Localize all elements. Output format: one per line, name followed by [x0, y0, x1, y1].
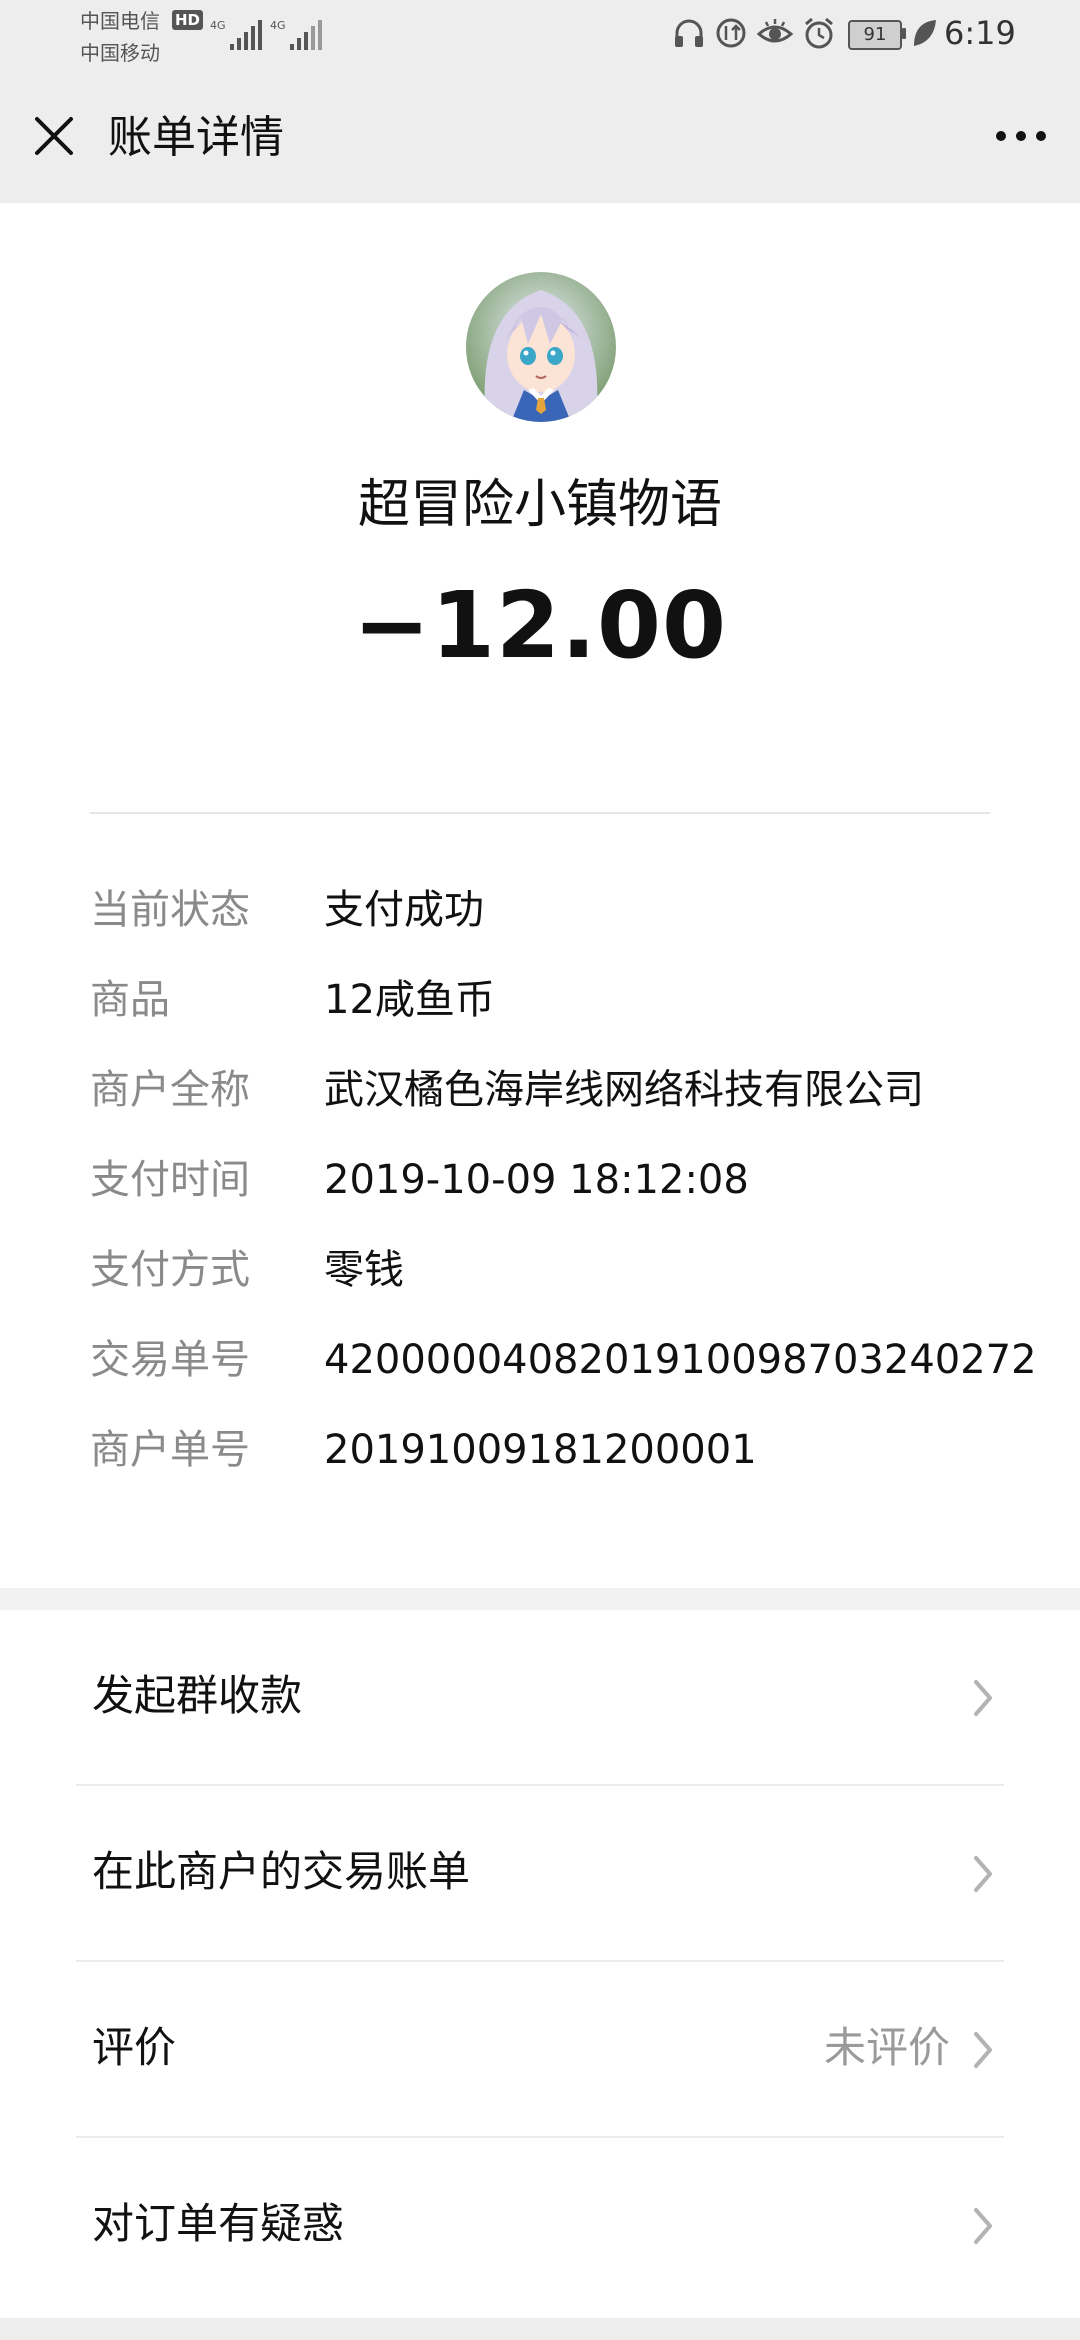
page-title: 账单详情	[108, 112, 284, 163]
menu-item-label: 发起群收款	[92, 1671, 303, 1720]
merchant-avatar	[466, 272, 616, 422]
signal-icon: 4G	[210, 19, 262, 50]
detail-value: 12咸鱼币	[324, 977, 495, 1023]
data-saver-icon	[716, 18, 746, 48]
hd-badge: HD	[172, 10, 204, 30]
detail-label: 商品	[90, 977, 170, 1023]
detail-value: 武汉橘色海岸线网络科技有限公司	[324, 1067, 924, 1113]
detail-row-merchant-full-name: 商户全称 武汉橘色海岸线网络科技有限公司	[90, 1060, 1050, 1150]
battery-icon: 91	[848, 20, 902, 50]
detail-value: 零钱	[324, 1247, 404, 1293]
merchant-name: 超冒险小镇物语	[357, 475, 722, 535]
detail-value: 4200000408201910098703240272	[324, 1337, 1037, 1383]
leaf-icon	[914, 20, 936, 46]
menu-item-group-collect[interactable]: 发起群收款	[0, 1610, 1080, 1786]
battery-tip	[902, 28, 906, 39]
detail-value: 支付成功	[324, 887, 484, 933]
action-menu: 发起群收款 在此商户的交易账单 评价 未评价 对订单有疑惑	[0, 1610, 1080, 2314]
detail-label: 商户单号	[90, 1427, 250, 1473]
more-button[interactable]	[986, 106, 1056, 166]
menu-item-label: 对订单有疑惑	[92, 2199, 345, 2248]
bottom-band	[0, 2318, 1080, 2340]
chevron-right-icon	[974, 2208, 992, 2244]
details-list: 当前状态 支付成功 商品 12咸鱼币 商户全称 武汉橘色海岸线网络科技有限公司 …	[90, 880, 1050, 1510]
detail-label: 支付方式	[90, 1247, 250, 1293]
detail-value: 20191009181200001	[324, 1427, 757, 1473]
menu-item-merchant-bills[interactable]: 在此商户的交易账单	[0, 1786, 1080, 1962]
headset-icon	[675, 19, 703, 47]
detail-label: 商户全称	[90, 1067, 250, 1113]
chevron-right-icon	[974, 2032, 992, 2068]
more-icon	[996, 131, 1046, 141]
review-status: 未评价	[823, 2023, 950, 2072]
detail-label: 当前状态	[90, 887, 250, 933]
top-bar: 中国电信 中国移动 HD 4G 4G 91 6:19 账单详情	[0, 0, 1080, 203]
alarm-icon	[805, 17, 833, 49]
detail-row-pay-time: 支付时间 2019-10-09 18:12:08	[90, 1150, 1050, 1240]
chevron-right-icon	[974, 1680, 992, 1716]
eye-comfort-icon	[756, 19, 794, 43]
network-type-label-1: 4G	[210, 19, 226, 32]
network-type-label-2: 4G	[270, 19, 286, 32]
menu-item-label: 评价	[92, 2023, 177, 2072]
status-bar: 中国电信 中国移动 HD 4G 4G 91 6:19	[0, 0, 1080, 70]
detail-row-pay-method: 支付方式 零钱	[90, 1240, 1050, 1330]
detail-value: 2019-10-09 18:12:08	[324, 1157, 749, 1203]
chevron-right-icon	[974, 1856, 992, 1892]
close-icon	[35, 117, 73, 155]
carrier-label-1: 中国电信	[80, 9, 160, 33]
nav-bar: 账单详情	[0, 70, 1080, 203]
divider	[90, 812, 990, 814]
payment-amount: −12.00	[352, 572, 728, 679]
merchant-avatar-image	[466, 272, 616, 422]
detail-row-product: 商品 12咸鱼币	[90, 970, 1050, 1060]
menu-item-order-question[interactable]: 对订单有疑惑	[0, 2138, 1080, 2314]
detail-row-transaction-id: 交易单号 4200000408201910098703240272	[90, 1330, 1050, 1420]
carrier-label-2: 中国移动	[80, 41, 160, 65]
detail-row-status: 当前状态 支付成功	[90, 880, 1050, 970]
menu-item-review[interactable]: 评价 未评价	[0, 1962, 1080, 2138]
close-button[interactable]	[24, 106, 84, 166]
detail-row-merchant-order-id: 商户单号 20191009181200001	[90, 1420, 1050, 1510]
status-time: 6:19	[944, 14, 1016, 52]
section-gap	[0, 1588, 1080, 1610]
signal-icon: 4G	[270, 19, 322, 50]
menu-item-label: 在此商户的交易账单	[92, 1847, 471, 1896]
detail-label: 交易单号	[90, 1337, 250, 1383]
detail-label: 支付时间	[90, 1157, 250, 1203]
